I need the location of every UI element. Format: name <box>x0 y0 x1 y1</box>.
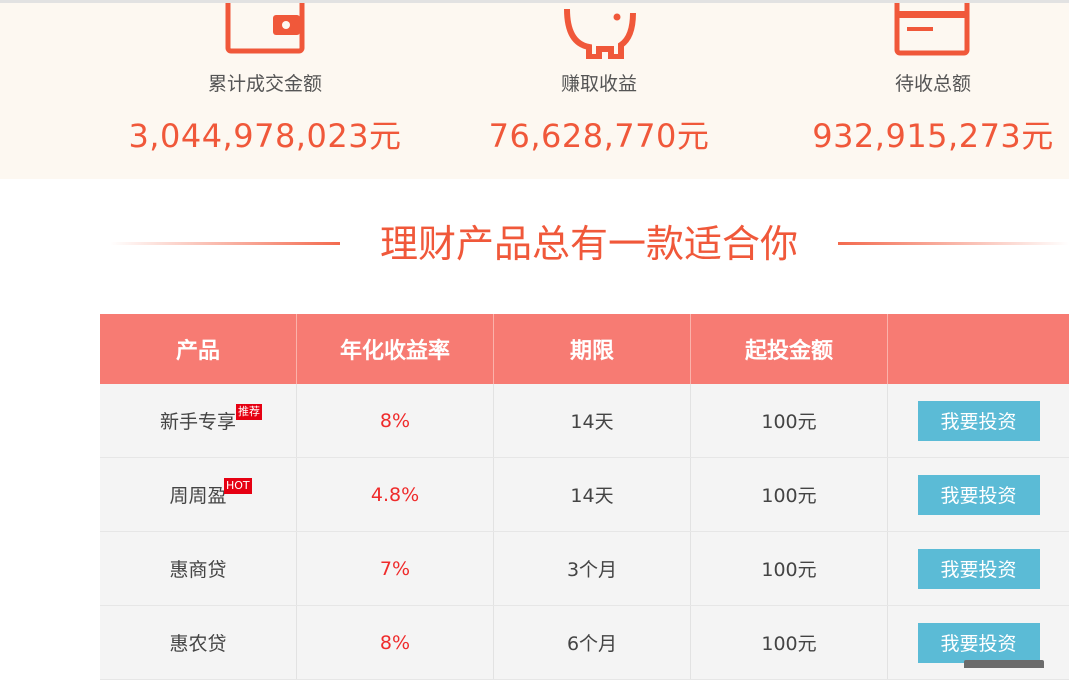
stat-pending-total: 待收总额 932,915,273元 <box>763 0 1069 179</box>
annual-rate: 8% <box>297 606 494 679</box>
stat-earned-income: 赚取收益 76,628,770元 <box>429 3 769 179</box>
table-header: 产品 年化收益率 期限 起投金额 <box>100 314 1069 384</box>
header-min-amount: 起投金额 <box>691 314 888 384</box>
recommend-badge: 推荐 <box>236 404 262 420</box>
action-cell: 我要投资 <box>888 606 1069 679</box>
stats-band: 累计成交金额 3,044,978,023元 赚取收益 76,628,770元 待… <box>0 0 1069 179</box>
term: 14天 <box>494 384 691 457</box>
action-cell: 我要投资 <box>888 458 1069 531</box>
invest-button[interactable]: 我要投资 <box>917 622 1040 663</box>
card-icon <box>893 0 973 63</box>
product-name-cell: 新手专享 推荐 <box>100 384 297 457</box>
term: 3个月 <box>494 532 691 605</box>
header-product: 产品 <box>100 314 297 384</box>
term: 14天 <box>494 458 691 531</box>
stat-label: 赚取收益 <box>560 73 637 95</box>
invest-button[interactable]: 我要投资 <box>917 474 1040 515</box>
stat-value: 932,915,273元 <box>812 117 1054 155</box>
table-row: 惠农贷 8% 6个月 100元 我要投资 <box>100 606 1069 680</box>
header-action <box>888 314 1069 384</box>
product-name: 新手专享 <box>159 411 236 433</box>
header-term: 期限 <box>494 314 691 384</box>
section-title: 理财产品总有一款适合你 <box>379 222 798 266</box>
product-name-cell: 周周盈 HOT <box>100 458 297 531</box>
stat-value: 76,628,770元 <box>488 117 710 155</box>
stat-label: 待收总额 <box>894 73 971 95</box>
product-name-cell: 惠商贷 <box>100 532 297 605</box>
product-name: 惠农贷 <box>169 633 227 655</box>
heading-line-right <box>838 242 1069 245</box>
product-name-cell: 惠农贷 <box>100 606 297 679</box>
min-amount: 100元 <box>691 384 888 457</box>
min-amount: 100元 <box>691 532 888 605</box>
action-cell: 我要投资 <box>888 384 1069 457</box>
annual-rate: 4.8% <box>297 458 494 531</box>
annual-rate: 7% <box>297 532 494 605</box>
header-annual-rate: 年化收益率 <box>297 314 494 384</box>
section-heading: 理财产品总有一款适合你 <box>0 218 1069 274</box>
piggy-bank-icon <box>559 3 639 63</box>
table-row: 惠商贷 7% 3个月 100元 我要投资 <box>100 532 1069 606</box>
min-amount: 100元 <box>691 458 888 531</box>
stat-total-volume: 累计成交金额 3,044,978,023元 <box>95 0 435 179</box>
min-amount: 100元 <box>691 606 888 679</box>
floating-toolbar[interactable] <box>964 660 1044 668</box>
table-row: 周周盈 HOT 4.8% 14天 100元 我要投资 <box>100 458 1069 532</box>
heading-line-left <box>110 242 340 245</box>
term: 6个月 <box>494 606 691 679</box>
wallet-icon <box>225 0 305 63</box>
invest-button[interactable]: 我要投资 <box>917 548 1040 589</box>
product-name: 周周盈 <box>169 485 227 507</box>
stat-value: 3,044,978,023元 <box>128 117 402 155</box>
annual-rate: 8% <box>297 384 494 457</box>
hot-badge: HOT <box>224 478 252 494</box>
product-name: 惠商贷 <box>169 559 227 581</box>
stat-label: 累计成交金额 <box>207 73 322 95</box>
product-table: 产品 年化收益率 期限 起投金额 新手专享 推荐 8% 14天 100元 我要投… <box>100 314 1069 680</box>
action-cell: 我要投资 <box>888 532 1069 605</box>
invest-button[interactable]: 我要投资 <box>917 400 1040 441</box>
table-row: 新手专享 推荐 8% 14天 100元 我要投资 <box>100 384 1069 458</box>
